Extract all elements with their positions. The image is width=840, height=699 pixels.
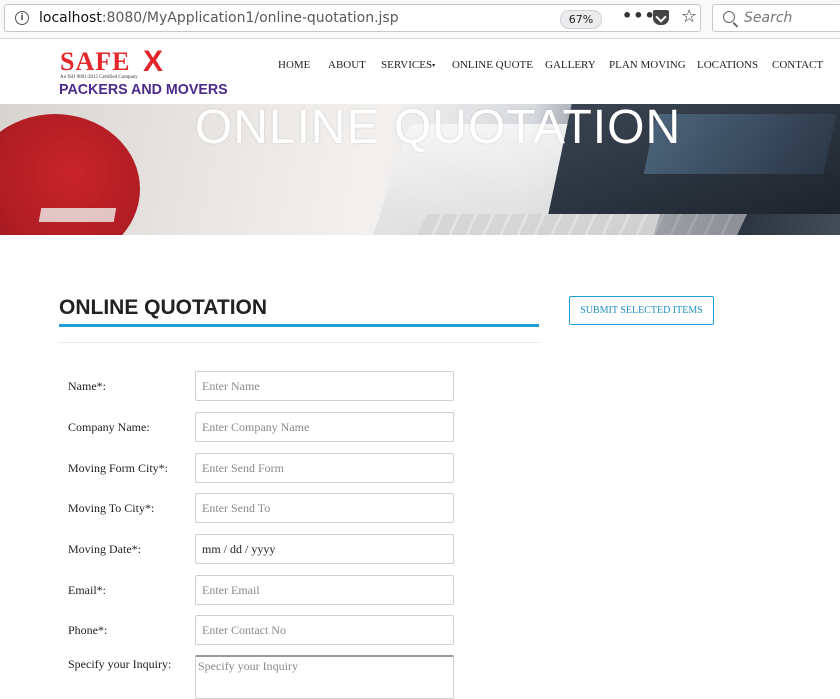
info-icon[interactable]: i bbox=[15, 11, 29, 25]
form-row-email: Email*: bbox=[0, 575, 840, 605]
nav-online-quote[interactable]: ONLINE QUOTE bbox=[452, 59, 533, 71]
chevron-down-icon: ▾ bbox=[432, 62, 436, 69]
hero-banner: ONLINE QUOTATION bbox=[0, 104, 840, 235]
page-title: ONLINE QUOTATION bbox=[59, 296, 268, 319]
bookmark-star-icon[interactable]: ☆ bbox=[681, 6, 697, 27]
site-header: SAFE X An ISO 9001:2015 Certified Compan… bbox=[0, 39, 840, 104]
to-city-input[interactable] bbox=[195, 493, 454, 523]
form-row-inquiry: Specify your Inquiry: bbox=[0, 655, 840, 699]
nav-services-label: SERVICES bbox=[381, 59, 433, 71]
search-icon bbox=[723, 11, 735, 23]
browser-toolbar: i localhost:8080/MyApplication1/online-q… bbox=[0, 0, 840, 39]
hero-image-stripe bbox=[38, 208, 117, 222]
form-row-to-city: Moving To City*: bbox=[0, 493, 840, 523]
form-row-phone: Phone*: bbox=[0, 615, 840, 645]
nav-contact[interactable]: CONTACT bbox=[772, 59, 823, 71]
inquiry-textarea[interactable] bbox=[195, 655, 454, 699]
phone-input[interactable] bbox=[195, 615, 454, 645]
nav-gallery[interactable]: GALLERY bbox=[545, 59, 596, 71]
company-label: Company Name: bbox=[68, 420, 150, 434]
email-label: Email*: bbox=[68, 583, 106, 597]
search-placeholder: Search bbox=[744, 10, 793, 26]
nav-home[interactable]: HOME bbox=[278, 59, 310, 71]
main-nav: HOME ABOUT SERVICES▾ ONLINE QUOTE GALLER… bbox=[240, 59, 840, 75]
date-label: Moving Date*: bbox=[68, 542, 141, 556]
pocket-icon[interactable] bbox=[653, 10, 669, 25]
submit-selected-items-button[interactable]: SUBMIT SELECTED ITEMS bbox=[569, 296, 714, 325]
to-city-label: Moving To City*: bbox=[68, 501, 155, 515]
form-row-company: Company Name: bbox=[0, 412, 840, 442]
title-underline bbox=[59, 324, 539, 327]
browser-search-box[interactable]: Search bbox=[712, 4, 840, 32]
hero-title: ONLINE QUOTATION bbox=[194, 104, 682, 154]
zoom-indicator[interactable]: 67% bbox=[560, 10, 602, 29]
from-city-label: Moving Form City*: bbox=[68, 461, 169, 475]
logo-tagline: PACKERS AND MOVERS bbox=[59, 81, 228, 98]
logo-brand-x: X bbox=[143, 45, 164, 78]
inquiry-label: Specify your Inquiry: bbox=[68, 657, 172, 671]
company-input[interactable] bbox=[195, 412, 454, 442]
nav-services[interactable]: SERVICES▾ bbox=[381, 59, 435, 71]
form-row-from-city: Moving Form City*: bbox=[0, 453, 840, 483]
title-divider bbox=[59, 342, 539, 343]
from-city-input[interactable] bbox=[195, 453, 454, 483]
hero-image-keyboard bbox=[413, 214, 747, 235]
logo-brand: SAFE bbox=[60, 47, 131, 76]
nav-locations[interactable]: LOCATIONS bbox=[697, 59, 758, 71]
moving-date-input[interactable] bbox=[195, 534, 454, 564]
name-label: Name*: bbox=[68, 379, 106, 393]
page-actions-icon[interactable]: ••• bbox=[622, 6, 656, 25]
url-path: :8080/MyApplication1/online-quotation.js… bbox=[101, 10, 399, 26]
email-input[interactable] bbox=[195, 575, 454, 605]
form-row-date: Moving Date*: bbox=[0, 534, 840, 564]
name-input[interactable] bbox=[195, 371, 454, 401]
phone-label: Phone*: bbox=[68, 623, 108, 637]
site-logo[interactable]: SAFE X An ISO 9001:2015 Certified Compan… bbox=[58, 45, 228, 98]
url-host: localhost bbox=[39, 10, 102, 26]
url-text[interactable]: localhost:8080/MyApplication1/online-quo… bbox=[39, 10, 399, 26]
nav-plan-moving[interactable]: PLAN MOVING bbox=[609, 59, 686, 71]
form-row-name: Name*: bbox=[0, 371, 840, 401]
address-bar[interactable]: i localhost:8080/MyApplication1/online-q… bbox=[4, 4, 701, 32]
nav-about[interactable]: ABOUT bbox=[328, 59, 366, 71]
logo-certification: An ISO 9001:2015 Certified Company bbox=[60, 75, 138, 80]
